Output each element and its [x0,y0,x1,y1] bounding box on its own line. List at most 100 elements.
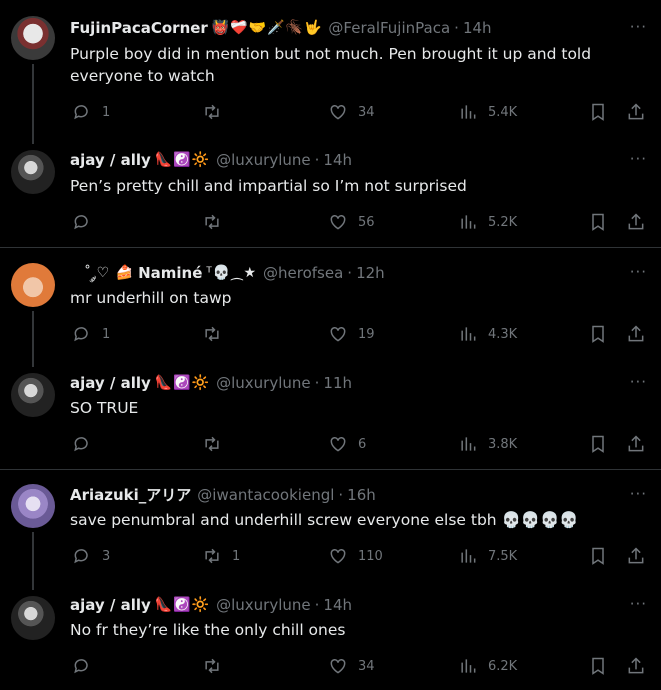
views-icon [461,437,476,451]
handle[interactable]: @herofsea [263,263,343,283]
more-icon[interactable]: ··· [630,150,647,168]
timestamp[interactable]: 12h [356,263,385,283]
separator-dot: · [314,151,320,169]
display-name[interactable]: ajay / ally [70,373,151,393]
retweet-button[interactable] [202,95,232,129]
views-button[interactable]: 7.5K [458,539,517,573]
reply-count: 1 [102,326,111,342]
thread-line [32,64,34,144]
views-button[interactable]: 5.2K [458,205,517,239]
share-icon [628,547,644,564]
display-name[interactable]: ajay / ally [70,150,151,170]
more-icon[interactable]: ··· [630,595,647,613]
reply-button[interactable]: 3 [72,539,110,573]
bookmark-button[interactable] [588,539,608,573]
reply-button[interactable]: 1 [72,95,110,129]
display-name[interactable]: ajay / ally [70,595,151,615]
retweet-icon [205,548,219,564]
avatar[interactable] [11,16,55,60]
retweet-button[interactable] [202,649,232,683]
view-count: 5.4K [488,104,518,120]
handle[interactable]: @FeralFujinPaca [328,18,450,38]
bookmark-icon [592,657,604,675]
bookmark-button[interactable] [588,205,608,239]
reply-icon [74,327,88,342]
handle[interactable]: @iwantacookiengl [197,485,334,505]
more-icon[interactable]: ··· [630,263,647,281]
display-name[interactable]: FujinPacaCorner [70,18,208,38]
share-button[interactable] [626,427,646,461]
tweet[interactable]: ˚ ༘♡ 🍰 Naminé ᵀ💀⁔★ @herofsea · 12h ··· m… [0,248,661,367]
like-count: 34 [358,104,375,120]
handle[interactable]: @luxurylune [216,373,311,393]
like-button[interactable]: 34 [328,649,375,683]
name-emoji: 👠☯️🔆 [154,152,211,168]
bookmark-button[interactable] [588,317,608,351]
timestamp[interactable]: 11h [323,373,352,393]
heart-icon [330,104,346,120]
views-button[interactable]: 5.4K [458,95,517,129]
timestamp[interactable]: 14h [323,595,352,615]
like-count: 56 [358,214,375,230]
like-button[interactable]: 19 [328,317,375,351]
bookmark-icon [592,103,604,121]
display-name[interactable]: Naminé [138,263,202,283]
bookmark-icon [592,325,604,343]
views-button[interactable]: 3.8K [458,427,517,461]
tweet[interactable]: FujinPacaCorner 👹❤️‍🩹🤝🗡️🪳🤟 @FeralFujinPa… [0,0,661,144]
views-button[interactable]: 4.3K [458,317,517,351]
like-button[interactable]: 56 [328,205,375,239]
retweet-button[interactable] [202,205,232,239]
share-button[interactable] [626,95,646,129]
bookmark-button[interactable] [588,649,608,683]
avatar[interactable] [11,150,55,194]
avatar[interactable] [11,263,55,307]
avatar[interactable] [11,596,55,640]
tweet-text: Purple boy did in mention but not much. … [70,45,592,85]
separator-dot: · [454,19,459,37]
reply-icon [74,549,88,564]
timestamp[interactable]: 16h [347,485,376,505]
handle[interactable]: @luxurylune [216,595,311,615]
more-icon[interactable]: ··· [630,18,647,36]
view-count: 3.8K [488,436,518,452]
reply-button[interactable] [72,427,102,461]
retweet-icon [205,104,219,120]
tweet[interactable]: ajay / ally 👠☯️🔆 @luxurylune · 11h ··· S… [0,358,661,469]
reply-button[interactable]: 1 [72,317,110,351]
views-button[interactable]: 6.2K [458,649,517,683]
share-button[interactable] [626,317,646,351]
tweet[interactable]: ajay / ally 👠☯️🔆 @luxurylune · 14h ··· P… [0,135,661,247]
like-button[interactable]: 6 [328,427,366,461]
tweet[interactable]: ajay / ally 👠☯️🔆 @luxurylune · 14h ··· N… [0,581,661,690]
separator-dot: · [347,264,353,282]
share-button[interactable] [626,205,646,239]
more-icon[interactable]: ··· [630,373,647,391]
avatar[interactable] [11,373,55,417]
bookmark-button[interactable] [588,95,608,129]
retweet-button[interactable] [202,317,232,351]
share-button[interactable] [626,539,646,573]
bookmark-button[interactable] [588,427,608,461]
tweet[interactable]: Ariazuki_アリア @iwantacookiengl · 16h ··· … [0,470,661,590]
heart-icon [330,658,346,674]
reply-button[interactable] [72,205,102,239]
timestamp[interactable]: 14h [323,150,352,170]
handle[interactable]: @luxurylune [216,150,311,170]
retweet-icon [205,326,219,342]
like-count: 6 [358,436,367,452]
retweet-button[interactable]: 1 [202,539,240,573]
heart-icon [330,548,346,564]
like-button[interactable]: 34 [328,95,375,129]
avatar[interactable] [11,484,55,528]
share-button[interactable] [626,649,646,683]
views-icon [461,327,476,341]
like-button[interactable]: 110 [328,539,383,573]
reply-button[interactable] [72,649,102,683]
retweet-button[interactable] [202,427,232,461]
views-icon [461,105,476,119]
name-emoji: 👠☯️🔆 [154,375,211,391]
display-name[interactable]: Ariazuki_アリア [70,485,191,505]
more-icon[interactable]: ··· [630,485,647,503]
timestamp[interactable]: 14h [463,18,492,38]
